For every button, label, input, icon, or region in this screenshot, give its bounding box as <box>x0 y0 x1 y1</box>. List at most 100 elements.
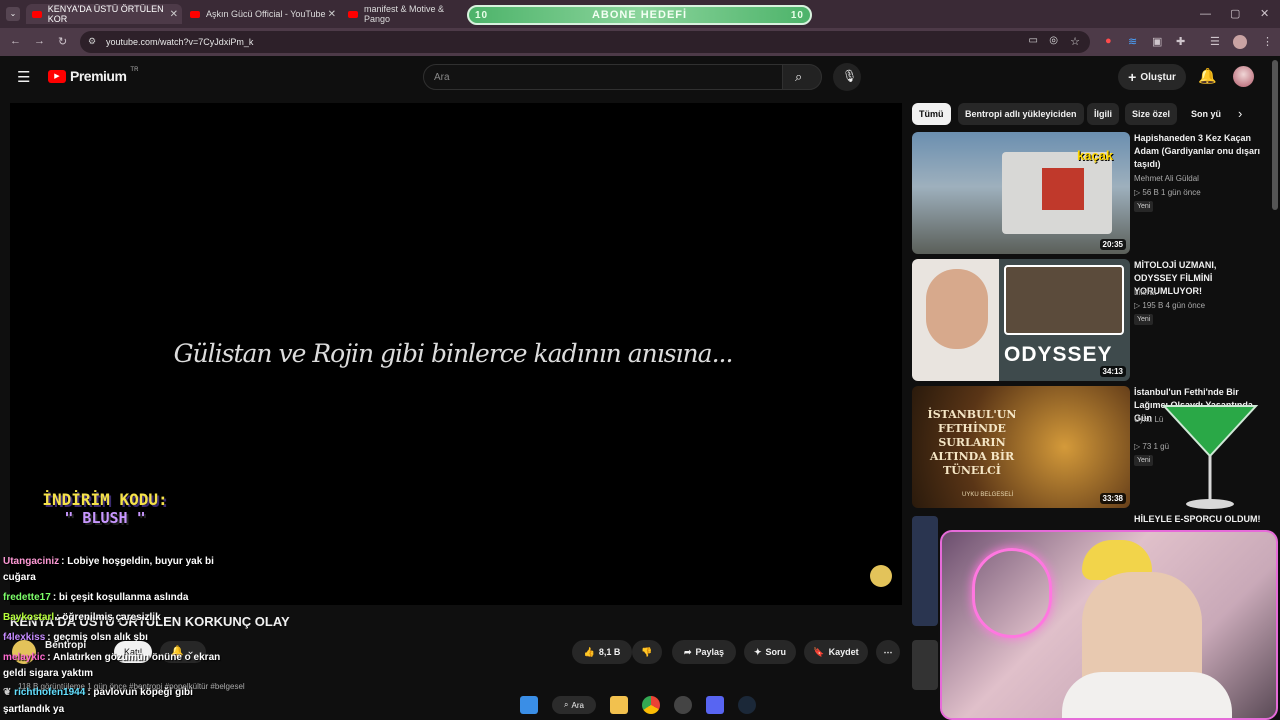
youtube-icon <box>348 10 358 18</box>
video-thumbnail[interactable]: kaçak 20:35 <box>912 132 1130 254</box>
chat-username: fredette17 <box>3 592 51 603</box>
file-explorer-icon[interactable] <box>610 696 628 714</box>
save-label: Kaydet <box>828 647 859 657</box>
goal-target: 10 <box>790 9 804 21</box>
account-avatar[interactable] <box>1233 66 1254 87</box>
windows-start-icon[interactable] <box>520 696 538 714</box>
thumbs-down-icon: 👎 <box>641 646 653 657</box>
bookmark-icon: 🔖 <box>813 646 825 657</box>
streamer-shirt <box>1062 672 1232 718</box>
chrome-icon[interactable] <box>642 696 660 714</box>
reading-list-icon[interactable]: ☰ <box>1210 35 1220 48</box>
reload-icon[interactable]: ↻ <box>58 35 67 48</box>
like-button[interactable]: 👍 8,1 B <box>572 640 632 664</box>
chip-all[interactable]: Tümü <box>912 103 951 125</box>
more-actions-button[interactable]: ⋯ <box>876 640 900 664</box>
thumbnail-subtext: UYKU BELGESELİ <box>962 492 1014 498</box>
extension-wave-icon[interactable]: ≋ <box>1128 35 1137 48</box>
create-button[interactable]: + Oluştur <box>1118 64 1186 90</box>
maximize-icon[interactable]: ▢ <box>1230 7 1240 20</box>
video-duration: 33:38 <box>1099 493 1126 504</box>
ask-button[interactable]: ✦ Soru <box>744 640 796 664</box>
chevron-right-icon[interactable]: › <box>1238 106 1242 121</box>
profile-avatar[interactable] <box>1233 35 1247 49</box>
thumbnail-inset <box>1004 265 1124 335</box>
back-icon[interactable]: ← <box>10 35 21 47</box>
tab-manifest[interactable]: manifest & Motive & Pango <box>342 4 472 24</box>
video-title[interactable]: Hapishaneden 3 Kez Kaçan Adam (Gardiyanl… <box>1134 132 1262 171</box>
cast-icon[interactable]: ▭ <box>1029 35 1038 46</box>
video-title[interactable]: HİLEYLE E-SPORCU OLDUM! <box>1134 513 1262 526</box>
eye-off-icon[interactable]: ◎ <box>1049 35 1058 46</box>
menu-kebab-icon[interactable]: ⋮ <box>1262 35 1273 48</box>
extensions-puzzle-icon[interactable]: ✚ <box>1176 35 1185 48</box>
tab-askin-gucu[interactable]: Aşkın Gücü Official - YouTube ✕ <box>184 4 340 24</box>
forward-icon[interactable]: → <box>34 35 45 47</box>
tab-label: Aşkın Gücü Official - YouTube <box>206 9 326 19</box>
chip-recent[interactable]: Son yü <box>1184 103 1228 125</box>
extension-square-icon[interactable]: ▣ <box>1152 35 1162 48</box>
goal-label: ABONE HEDEFİ <box>591 9 688 21</box>
channel-name[interactable]: Uyku Lü <box>1134 415 1163 424</box>
video-duration: 34:13 <box>1099 366 1126 377</box>
channel-name[interactable]: Mehmet Ali Güldal <box>1134 174 1199 183</box>
browser-address-bar: ← → ↻ ⚙ youtube.com/watch?v=7CyJdxiPm_k … <box>0 28 1280 56</box>
recommendation-item[interactable]: ODYSSEY 34:13 MİTOLOJİ UZMANI, ODYSSEY F… <box>912 259 1262 381</box>
video-thumbnail[interactable] <box>912 516 938 626</box>
site-info-icon[interactable]: ⚙ <box>88 36 96 47</box>
hamburger-menu-icon[interactable]: ☰ <box>17 68 30 86</box>
video-thumbnail[interactable] <box>912 640 938 690</box>
steam-icon[interactable] <box>738 696 756 714</box>
recommendation-item[interactable]: kaçak 20:35 Hapishaneden 3 Kez Kaçan Ada… <box>912 132 1262 254</box>
thumbnail-text: ODYSSEY <box>1004 343 1113 366</box>
thumbs-up-icon: 👍 <box>583 646 595 657</box>
microphone-icon: 🎙 <box>842 69 858 83</box>
share-button[interactable]: ➦ Paylaş <box>672 640 736 664</box>
voice-search-button[interactable]: 🎙 <box>833 63 861 91</box>
video-player[interactable]: Gülistan ve Rojin gibi binlerce kadının … <box>10 103 902 605</box>
martini-icon <box>1161 405 1259 509</box>
windows-taskbar: ⌕ Ara <box>480 690 780 720</box>
tab-list-dropdown-icon[interactable]: ⌄ <box>6 7 20 21</box>
discount-code: " BLUSH " <box>64 509 146 527</box>
create-label: Oluştur <box>1140 71 1176 83</box>
discord-icon[interactable] <box>706 696 724 714</box>
share-icon: ➦ <box>683 646 692 657</box>
search-input[interactable]: Ara <box>423 64 783 90</box>
tab-kenya[interactable]: KENYA'DA ÜSTÜ ÖRTÜLEN KOR ✕ <box>26 4 182 24</box>
chat-message: fredette17: bi çeşit koşullanma aslında <box>3 592 188 603</box>
dislike-button[interactable]: 👎 <box>632 640 662 664</box>
minimize-icon[interactable]: — <box>1200 8 1211 20</box>
chip-from-uploader[interactable]: Bentropi adlı yükleyiciden <box>958 103 1084 125</box>
like-count: 8,1 B <box>598 647 621 657</box>
taskbar-search[interactable]: ⌕ Ara <box>552 696 596 714</box>
save-button[interactable]: 🔖 Kaydet <box>804 640 868 664</box>
chip-for-you[interactable]: Size özel <box>1125 103 1178 125</box>
notifications-bell-icon[interactable]: 🔔 <box>1198 67 1217 85</box>
chat-text: : pavlovun köpeği gibi <box>87 687 193 698</box>
channel-name[interactable]: Literat <box>1134 288 1156 297</box>
video-duration: 20:35 <box>1099 239 1126 250</box>
search-button[interactable]: ⌕ <box>782 64 822 90</box>
close-icon[interactable]: ✕ <box>328 9 336 20</box>
youtube-logo[interactable]: ▶ Premium TR <box>48 67 138 84</box>
close-window-icon[interactable]: ✕ <box>1260 7 1269 20</box>
chat-message: melaykic: Anlatırken gözümün önüne o ekr… <box>3 652 220 663</box>
chat-message: cuğara <box>3 572 36 583</box>
page-scrollbar[interactable] <box>1272 60 1278 210</box>
video-thumbnail[interactable]: ODYSSEY 34:13 <box>912 259 1130 381</box>
neon-sign <box>972 548 1052 638</box>
chat-username: richthofen1944 <box>14 687 86 698</box>
chat-message: Baykostarl: öğrenilmiş çaresizlik <box>3 612 161 623</box>
sparkle-icon: ✦ <box>753 646 762 657</box>
plus-icon: + <box>1128 69 1137 85</box>
github-icon[interactable] <box>674 696 692 714</box>
extension-red-icon[interactable]: ● <box>1105 35 1112 47</box>
bookmark-star-icon[interactable]: ☆ <box>1070 35 1080 48</box>
chip-related[interactable]: İlgili <box>1087 103 1119 125</box>
channel-name[interactable]: Bentropi <box>45 640 86 651</box>
close-icon[interactable]: ✕ <box>170 9 178 20</box>
url-field[interactable]: ⚙ youtube.com/watch?v=7CyJdxiPm_k ☆ ▭ ◎ <box>80 31 1090 53</box>
video-thumbnail[interactable]: İSTANBUL'UN FETHİNDE SURLARIN ALTINDA Bİ… <box>912 386 1130 508</box>
channel-watermark[interactable] <box>870 565 892 587</box>
